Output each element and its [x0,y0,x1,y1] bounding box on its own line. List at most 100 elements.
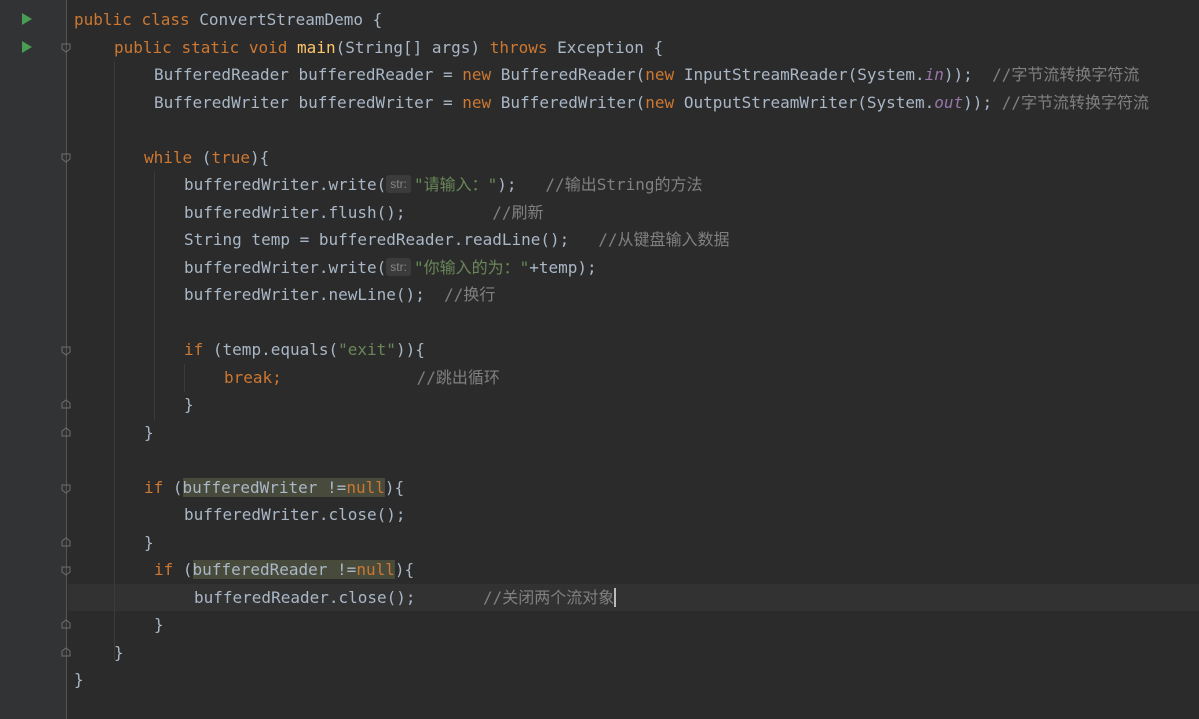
code-line[interactable]: } [144,419,154,446]
code-text: } [144,423,154,442]
code-method: main [297,38,336,57]
code-comment: //刷新 [492,203,544,222]
parameter-hint: str: [386,258,411,276]
code-line[interactable]: bufferedWriter.newLine(); //换行 [184,281,495,308]
code-comment: //输出String的方法 [545,175,703,194]
indent-guide [154,172,155,420]
text-caret [614,588,617,607]
code-string: "exit" [338,340,396,359]
code-line[interactable]: } [74,666,84,693]
code-text: } [74,670,84,689]
code-keyword: public [74,10,142,29]
code-keyword: new [462,93,501,112]
code-line[interactable]: String temp = bufferedReader.readLine();… [184,226,730,253]
code-text: bufferedWriter != [182,478,347,497]
code-string: "请输入：" [413,175,498,194]
code-text: BufferedWriter( [500,93,646,112]
indent-guide [184,364,185,392]
code-line[interactable]: bufferedReader.close(); //关闭两个流对象 [194,584,617,611]
code-text: ){ [394,560,415,579]
indent-guide [114,62,115,660]
code-line[interactable]: if (bufferedReader !=null){ [154,556,414,583]
code-keyword: class [141,10,200,29]
code-line[interactable]: while (true){ [144,144,269,171]
code-line[interactable]: BufferedReader bufferedReader = new Buff… [154,61,1139,88]
code-keyword: public [114,38,182,57]
code-text: +temp); [529,258,597,277]
code-text: bufferedWriter.write( [184,175,387,194]
code-string: "你输入的为：" [413,258,530,277]
editor-gutter [0,0,71,719]
code-text: } [144,533,154,552]
code-text: String temp = bufferedReader.readLine(); [184,230,599,249]
code-keyword: new [645,65,684,84]
code-comment: //换行 [444,285,496,304]
run-class-icon[interactable] [22,13,32,25]
usage-highlight: bufferedReader !=null [192,560,395,579]
code-text: ); [497,175,546,194]
code-keyword: throws [489,38,558,57]
code-keyword: static [181,38,249,57]
code-text: BufferedReader( [500,65,646,84]
code-line[interactable]: } [154,611,164,638]
code-line[interactable]: bufferedWriter.write(str: "你输入的为："+temp); [184,254,597,281]
code-line[interactable]: } [114,639,124,666]
code-text: )){ [395,340,425,359]
code-line[interactable]: } [184,391,194,418]
code-text: } [114,643,124,662]
code-text: bufferedReader.close(); [194,588,416,607]
code-keyword: break; [224,368,282,387]
code-comment: //字节流转换字符流 [1001,93,1149,112]
code-keyword: void [248,38,298,57]
code-line[interactable]: BufferedWriter bufferedWriter = new Buff… [154,89,1149,116]
run-main-icon[interactable] [22,41,32,53]
code-text: ){ [249,148,270,167]
usage-highlight: bufferedWriter !=null [182,478,385,497]
code-line[interactable]: bufferedWriter.flush(); //刷新 [184,199,544,226]
code-text: bufferedWriter.write( [184,258,387,277]
code-keyword: true [211,148,250,167]
code-line[interactable]: public class ConvertStreamDemo { [74,6,382,33]
code-keyword: if [144,478,173,497]
code-text: ConvertStreamDemo { [199,10,383,29]
code-text: (temp.equals( [212,340,339,359]
code-editor[interactable]: public class ConvertStreamDemo { public … [68,0,1199,719]
code-text: BufferedReader bufferedReader = [154,65,463,84]
code-keyword: if [184,340,213,359]
code-line[interactable]: bufferedWriter.close(); [184,501,406,528]
parameter-hint: str: [386,175,411,193]
code-text: bufferedWriter.close(); [184,505,406,524]
code-keyword: if [154,560,183,579]
code-text: } [154,615,164,634]
code-comment: //从键盘输入数据 [598,230,730,249]
code-keyword: new [645,93,684,112]
code-text: ( [201,148,212,167]
code-text: BufferedWriter bufferedWriter = [154,93,463,112]
code-text: ( [182,560,193,579]
code-text: )); [943,65,993,84]
code-static-field: out [934,93,964,112]
code-text: OutputStreamWriter(System. [683,93,935,112]
code-keyword: while [144,148,202,167]
code-text: ){ [384,478,405,497]
code-text: InputStreamReader(System. [683,65,925,84]
code-static-field: in [924,65,944,84]
code-keyword: null [356,560,395,579]
code-comment: //关闭两个流对象 [483,588,615,607]
code-text: bufferedWriter.newLine(); [184,285,445,304]
code-line[interactable]: public static void main(String[] args) t… [114,34,663,61]
code-comment: //跳出循环 [416,368,500,387]
code-text: Exception { [557,38,664,57]
code-line[interactable]: bufferedWriter.write(str: "请输入："); //输出St… [184,171,703,198]
code-text: )); [963,93,1002,112]
code-text: (String[] args) [335,38,490,57]
code-line[interactable]: break; //跳出循环 [224,364,500,391]
code-line[interactable]: if (temp.equals("exit")){ [184,336,425,363]
code-text: bufferedReader != [192,560,357,579]
code-text: } [184,395,194,414]
code-line[interactable]: if (bufferedWriter !=null){ [144,474,404,501]
code-line[interactable]: } [144,529,154,556]
code-text: ( [172,478,183,497]
